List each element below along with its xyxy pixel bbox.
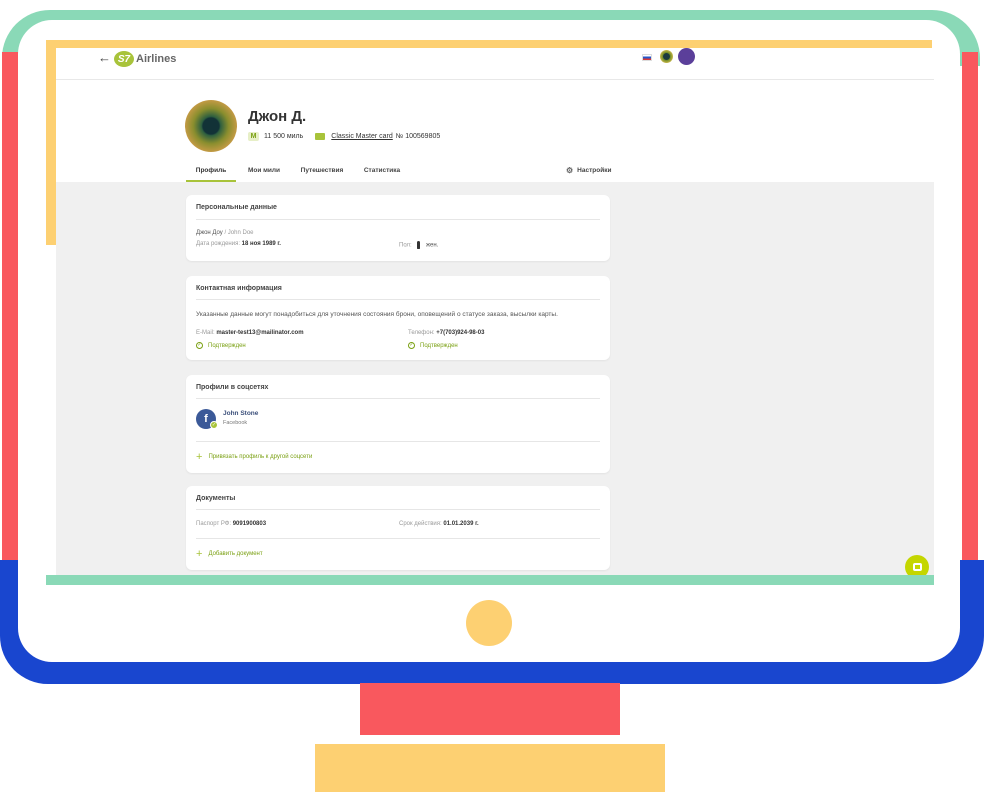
phone: Телефон: +7(703)924-98-03 <box>408 330 484 336</box>
gender-label: Пол: <box>399 242 412 249</box>
user-avatar <box>185 100 237 152</box>
link-social-label: Привязать профиль к другой соцсети <box>208 454 313 460</box>
dob-value: 18 ноя 1989 г. <box>241 241 281 247</box>
settings-label: Настройки <box>577 167 612 174</box>
divider <box>196 299 600 300</box>
s7-logo[interactable]: S7 Airlines <box>114 50 176 68</box>
birth-date: Дата рождения: 18 ноя 1989 г. <box>196 241 281 247</box>
chat-button[interactable] <box>905 555 929 575</box>
email: E-Mail: master-test13@mailinator.com <box>196 330 304 336</box>
divider <box>196 398 600 399</box>
social-network: Facebook <box>223 420 248 426</box>
monitor-button <box>466 600 512 646</box>
passport-expiry: Срок действия: 01.01.2039 г. <box>399 521 479 527</box>
language-flag-icon[interactable] <box>642 54 652 61</box>
monitor-frame-right <box>962 52 978 597</box>
passport-value: 9091900803 <box>232 521 267 527</box>
logo-badge: S7 <box>114 51 134 67</box>
monitor-stand-base <box>315 744 665 792</box>
profile-header: Джон Д. M 11 500 миль Classic Master car… <box>56 80 934 182</box>
monitor-frame-left <box>2 52 18 597</box>
female-icon <box>417 241 421 249</box>
plus-icon: + <box>196 451 203 463</box>
user-avatar-small[interactable] <box>660 50 673 63</box>
add-document-button[interactable]: + Добавить документ <box>196 548 263 560</box>
app-screen: ← S7 Airlines Джон Д. M 11 500 миль Clas… <box>56 48 934 575</box>
verified-label: Подтвержден <box>420 342 458 349</box>
verified-label: Подтвержден <box>208 342 246 349</box>
panel-title: Персональные данные <box>196 204 277 211</box>
miles-count: 11 500 миль <box>264 133 304 140</box>
divider <box>196 509 600 510</box>
check-icon: ✓ <box>196 342 203 349</box>
card-link[interactable]: Classic Master card <box>331 133 392 140</box>
email-value: master-test13@mailinator.com <box>216 330 304 336</box>
decor-strip-left <box>46 40 56 245</box>
documents-panel: Документы Паспорт РФ: 9091900803 Срок де… <box>186 486 610 570</box>
divider <box>196 538 600 539</box>
loyalty-row: M 11 500 миль Classic Master card № 1005… <box>248 132 440 141</box>
user-name: Джон Д. <box>248 108 307 125</box>
phone-verified: ✓ Подтвержден <box>408 342 458 349</box>
link-social-button[interactable]: + Привязать профиль к другой соцсети <box>196 451 313 463</box>
partner-logo-icon[interactable] <box>678 48 695 65</box>
tab-trips[interactable]: Путешествия <box>292 165 352 182</box>
contact-note: Указанные данные могут понадобиться для … <box>196 311 558 318</box>
plus-icon: + <box>196 548 203 560</box>
social-account-name: John Stone <box>223 410 259 417</box>
contact-info-panel: Контактная информация Указанные данные м… <box>186 276 610 360</box>
name-latin: / John Doe <box>224 230 254 236</box>
back-arrow-icon[interactable]: ← <box>98 50 111 65</box>
expiry-value: 01.01.2039 г. <box>443 521 479 527</box>
personal-data-panel: Персональные данные Джон Доу / John Doe … <box>186 195 610 261</box>
email-verified: ✓ Подтвержден <box>196 342 246 349</box>
dob-label: Дата рождения: <box>196 241 240 247</box>
expiry-label: Срок действия: <box>399 521 442 527</box>
panel-title: Профили в соцсетях <box>196 384 269 391</box>
monitor-stand-neck <box>360 683 620 735</box>
decor-strip-bottom <box>46 575 934 585</box>
top-bar: ← S7 Airlines <box>56 48 934 80</box>
tab-profile[interactable]: Профиль <box>186 165 236 182</box>
card-icon <box>315 133 326 140</box>
tab-statistics[interactable]: Статистика <box>352 165 412 182</box>
social-profiles-panel: Профили в соцсетях f ✓ John Stone Facebo… <box>186 375 610 473</box>
chat-icon <box>912 563 922 571</box>
gear-icon: ⚙ <box>566 166 574 175</box>
divider <box>196 441 600 442</box>
passport-label: Паспорт РФ: <box>196 521 232 527</box>
full-name: Джон Доу / John Doe <box>196 230 254 236</box>
divider <box>196 219 600 220</box>
tab-my-miles[interactable]: Мои мили <box>236 165 292 182</box>
profile-tabs: Профиль Мои мили Путешествия Статистика <box>186 165 612 182</box>
linked-check-icon: ✓ <box>210 421 218 429</box>
phone-label: Телефон: <box>408 330 435 336</box>
settings-link[interactable]: ⚙ Настройки <box>566 166 611 175</box>
name-cyrillic: Джон Доу <box>196 230 223 236</box>
card-number: № 100569805 <box>395 133 441 140</box>
miles-icon: M <box>248 132 259 141</box>
add-document-label: Добавить документ <box>208 551 263 557</box>
logo-text: Airlines <box>136 53 177 65</box>
panel-title: Документы <box>196 495 236 502</box>
passport: Паспорт РФ: 9091900803 <box>196 521 266 527</box>
panel-title: Контактная информация <box>196 285 282 292</box>
phone-value: +7(703)924-98-03 <box>436 330 485 336</box>
check-icon: ✓ <box>408 342 415 349</box>
gender: Пол: жен. <box>399 241 438 249</box>
decor-strip-top <box>46 40 932 48</box>
email-label: E-Mail: <box>196 330 215 336</box>
gender-value: жен. <box>426 242 439 249</box>
